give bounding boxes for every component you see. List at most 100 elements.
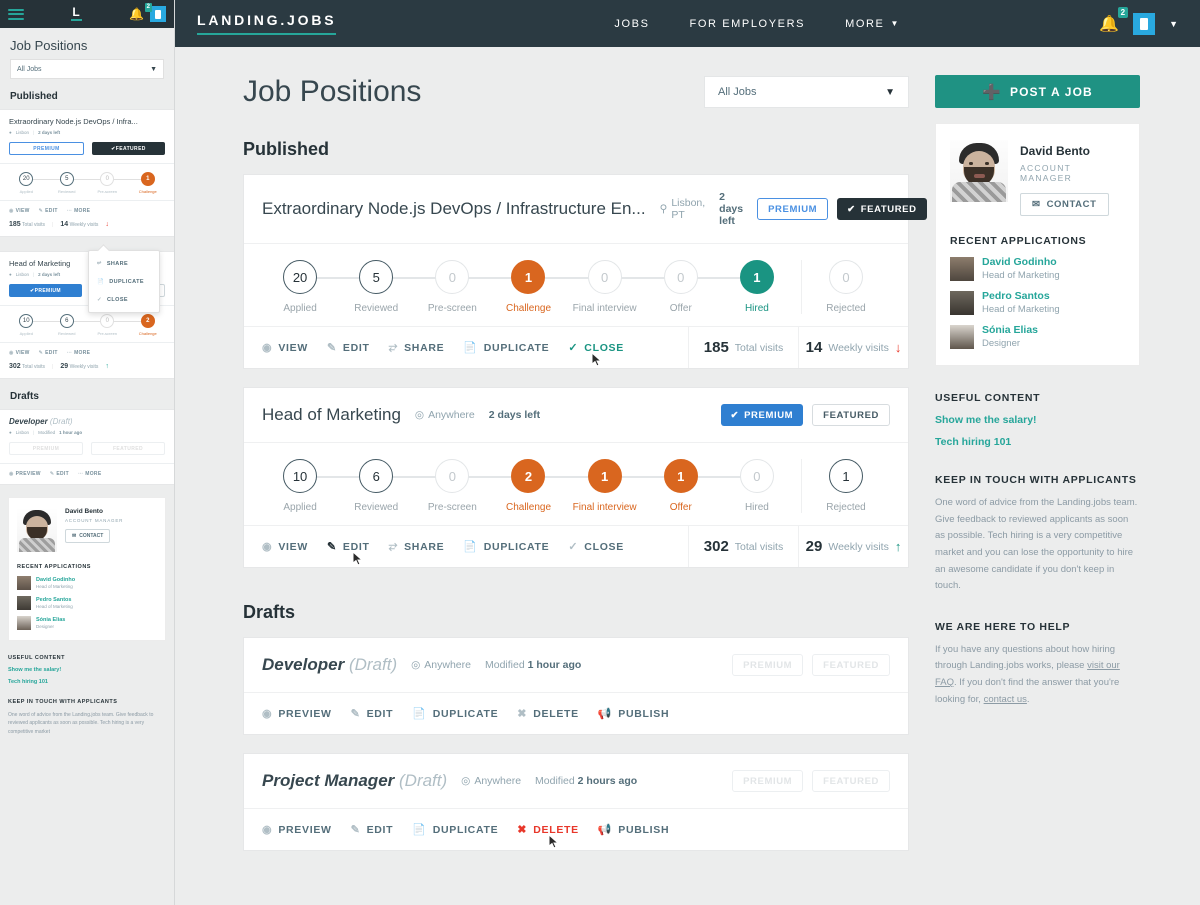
applicant-name[interactable]: David Godinho (982, 256, 1060, 268)
action-preview[interactable]: ◉ PREVIEW (262, 707, 332, 721)
pipeline-stage-rejected[interactable]: 0 Rejected (802, 260, 890, 314)
application-row[interactable]: Pedro Santos Head of Marketing (950, 290, 1125, 315)
mobile-stage[interactable]: 2 Challenge (128, 314, 169, 336)
mobile-more-menu[interactable]: ⥂ SHARE 📄 DUPLICATE ✓ CLOSE (88, 250, 160, 313)
action-duplicate[interactable]: 📄 DUPLICATE (412, 823, 498, 837)
action-edit[interactable]: ✎ EDIT (327, 341, 370, 355)
premium-badge[interactable]: ✔ PREMIUM (720, 404, 804, 426)
applicant-name[interactable]: Pedro Santos (982, 290, 1060, 302)
nav-link-for-employers[interactable]: FOR EMPLOYERS (690, 18, 806, 30)
hamburger-menu-icon[interactable] (8, 6, 24, 22)
pipeline-stage[interactable]: 0 Final interview (567, 260, 681, 314)
pipeline-stage-rejected[interactable]: 1 Rejected (802, 459, 890, 513)
mobile-draft-card[interactable]: Developer (Draft) ● Lisbon | Modified 1 … (0, 409, 174, 485)
action-edit[interactable]: ✎ EDIT (327, 540, 370, 566)
pipeline-stage[interactable]: 5 Reviewed (338, 260, 453, 314)
action-delete[interactable]: ✖ DELETE (517, 823, 579, 849)
mobile-menu-close[interactable]: ✓ CLOSE (89, 291, 159, 309)
mobile-action-edit[interactable]: ✎ EDIT (39, 208, 58, 214)
job-card[interactable]: Extraordinary Node.js DevOps / Infrastru… (243, 174, 927, 369)
action-view[interactable]: ◉ VIEW (262, 341, 308, 355)
pipeline-stage[interactable]: 1 Offer (643, 459, 757, 513)
pipeline-stage[interactable]: 1 Hired (719, 260, 795, 314)
application-row[interactable]: Sónia Elias Designer (950, 324, 1125, 349)
user-avatar[interactable] (1133, 12, 1156, 35)
mobile-action-edit[interactable]: ✎ EDIT (39, 350, 58, 356)
mobile-action-view[interactable]: ◉ VIEW (9, 208, 30, 214)
pipeline-stage[interactable]: 6 Reviewed (338, 459, 453, 513)
mobile-premium-badge[interactable]: PREMIUM (9, 142, 84, 155)
mobile-stage[interactable]: 5 Reviewed (47, 172, 108, 194)
action-share[interactable]: ⥂ SHARE (389, 540, 445, 553)
mobile-logo[interactable]: L (71, 6, 83, 21)
mobile-avatar[interactable] (149, 6, 166, 22)
mobile-action-more[interactable]: ⋯ MORE (78, 471, 102, 477)
mobile-premium-badge[interactable]: ✔ PREMIUM (9, 284, 82, 297)
premium-badge[interactable]: PREMIUM (757, 198, 829, 220)
action-view[interactable]: ◉ VIEW (262, 540, 308, 554)
pipeline-stage[interactable]: 0 Pre-screen (414, 459, 529, 513)
action-close[interactable]: ✓ CLOSE (568, 540, 624, 554)
pipeline-stage[interactable]: 0 Hired (719, 459, 795, 513)
chevron-down-icon[interactable]: ▼ (1169, 19, 1178, 29)
action-share[interactable]: ⥂ SHARE (389, 341, 445, 354)
mobile-action-preview[interactable]: ◉ PREVIEW (9, 471, 41, 477)
bell-icon[interactable]: 🔔 2 (129, 3, 152, 20)
action-delete[interactable]: ✖ DELETE (517, 707, 579, 721)
application-row[interactable]: David Godinho Head of Marketing (950, 256, 1125, 281)
pipeline-stage[interactable]: 10 Applied (262, 459, 377, 513)
action-close[interactable]: ✓ CLOSE (568, 341, 624, 367)
mobile-jobs-filter[interactable]: All Jobs ▼ (10, 59, 164, 79)
mobile-contact-button[interactable]: ✉ CONTACT (65, 529, 111, 543)
action-duplicate[interactable]: 📄 DUPLICATE (463, 540, 549, 554)
pipeline-stage[interactable]: 2 Challenge (490, 459, 605, 513)
action-duplicate[interactable]: 📄 DUPLICATE (463, 341, 549, 355)
pipeline-stage[interactable]: 20 Applied (262, 260, 377, 314)
mobile-application-row[interactable]: Sónia Elias Designer (17, 616, 157, 630)
mobile-stage[interactable]: 1 Challenge (128, 172, 169, 194)
pipeline-stage[interactable]: 0 Pre-screen (414, 260, 529, 314)
mobile-stage[interactable]: 0 Pre-screen (87, 314, 148, 336)
mobile-menu-duplicate[interactable]: 📄 DUPLICATE (89, 273, 159, 291)
applicant-name[interactable]: Sónia Elias (982, 324, 1038, 336)
mobile-useful-link[interactable]: Tech hiring 101 (0, 679, 174, 685)
jobs-filter-select[interactable]: All Jobs ▼ (704, 76, 909, 108)
featured-badge[interactable]: ✔ FEATURED (837, 198, 927, 220)
mobile-featured-badge[interactable]: ✔ FEATURED (92, 142, 165, 155)
mobile-job-card[interactable]: Extraordinary Node.js DevOps / Infra... … (0, 109, 174, 237)
mobile-application-row[interactable]: David Godinho Head of Marketing (17, 576, 157, 590)
mobile-stage[interactable]: 0 Pre-screen (87, 172, 148, 194)
contact-button[interactable]: ✉ CONTACT (1020, 193, 1109, 216)
action-edit[interactable]: ✎ EDIT (351, 823, 394, 837)
mobile-action-more[interactable]: ⋯ MORE (67, 350, 91, 356)
featured-badge[interactable]: FEATURED (812, 404, 890, 426)
bell-icon[interactable]: 🔔 2 (1099, 6, 1129, 34)
action-publish[interactable]: 📢 PUBLISH (598, 707, 669, 721)
pipeline-stage[interactable]: 0 Offer (643, 260, 757, 314)
job-card[interactable]: Head of Marketing ◎ Anywhere 2 days left … (243, 387, 909, 568)
action-duplicate[interactable]: 📄 DUPLICATE (412, 707, 498, 721)
action-preview[interactable]: ◉ PREVIEW (262, 823, 332, 837)
action-publish[interactable]: 📢 PUBLISH (598, 823, 669, 837)
action-edit[interactable]: ✎ EDIT (351, 707, 394, 721)
nav-link-jobs[interactable]: JOBS (614, 18, 649, 30)
pipeline-stage[interactable]: 1 Final interview (567, 459, 681, 513)
post-a-job-button[interactable]: ➕ POST A JOB (935, 75, 1140, 108)
contact-us-link[interactable]: contact us (984, 694, 1027, 705)
mobile-action-more[interactable]: ⋯ MORE (67, 208, 91, 214)
useful-link-tech-hiring[interactable]: Tech hiring 101 (935, 436, 1140, 448)
mobile-useful-link[interactable]: Show me the salary! (0, 667, 174, 673)
mobile-stage[interactable]: 10 Applied (6, 314, 67, 336)
mobile-action-view[interactable]: ◉ VIEW (9, 350, 30, 356)
nav-link-more[interactable]: MORE ▼ (845, 18, 900, 30)
useful-link-salary[interactable]: Show me the salary! (935, 414, 1140, 426)
draft-card[interactable]: Developer (Draft) ◎ Anywhere Modified 1 h… (243, 637, 909, 735)
brand-logo[interactable]: LANDING.JOBS (197, 12, 337, 35)
mobile-action-edit[interactable]: ✎ EDIT (50, 471, 69, 477)
pipeline-stage[interactable]: 1 Challenge (490, 260, 605, 314)
mobile-stage[interactable]: 20 Applied (6, 172, 67, 194)
mobile-stage[interactable]: 6 Reviewed (47, 314, 108, 336)
mobile-application-row[interactable]: Pedro Santos Head of Marketing (17, 596, 157, 610)
draft-card[interactable]: Project Manager (Draft) ◎ Anywhere Modifi… (243, 753, 909, 851)
mobile-menu-share[interactable]: ⥂ SHARE (89, 254, 159, 273)
